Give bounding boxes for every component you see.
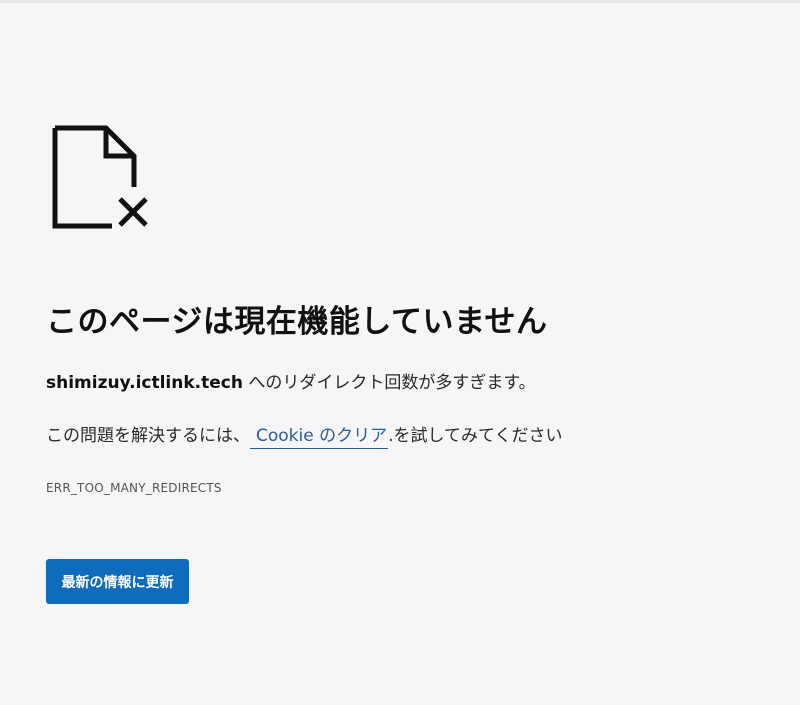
suggestion-prefix: この問題を解決するには、 (46, 426, 250, 446)
clear-cookies-link[interactable]: Cookie のクリア (250, 426, 389, 449)
error-code: ERR_TOO_MANY_REDIRECTS (46, 481, 222, 495)
top-border (0, 0, 800, 3)
error-page: このページは現在機能していません shimizuy.ictlink.tech へ… (0, 0, 800, 705)
error-message-text: へのリダイレクト回数が多すぎます。 (242, 373, 536, 393)
refresh-button[interactable]: 最新の情報に更新 (46, 559, 189, 604)
error-message: shimizuy.ictlink.tech へのリダイレクト回数が多すぎます。 (46, 368, 536, 393)
broken-file-icon (52, 125, 152, 231)
site-domain: shimizuy.ictlink.tech (46, 373, 243, 393)
suggestion: この問題を解決するには、 Cookie のクリア.を試してみてください (46, 421, 563, 449)
page-title: このページは現在機能していません (46, 304, 548, 340)
suggestion-suffix: .を試してみてください (388, 426, 563, 446)
